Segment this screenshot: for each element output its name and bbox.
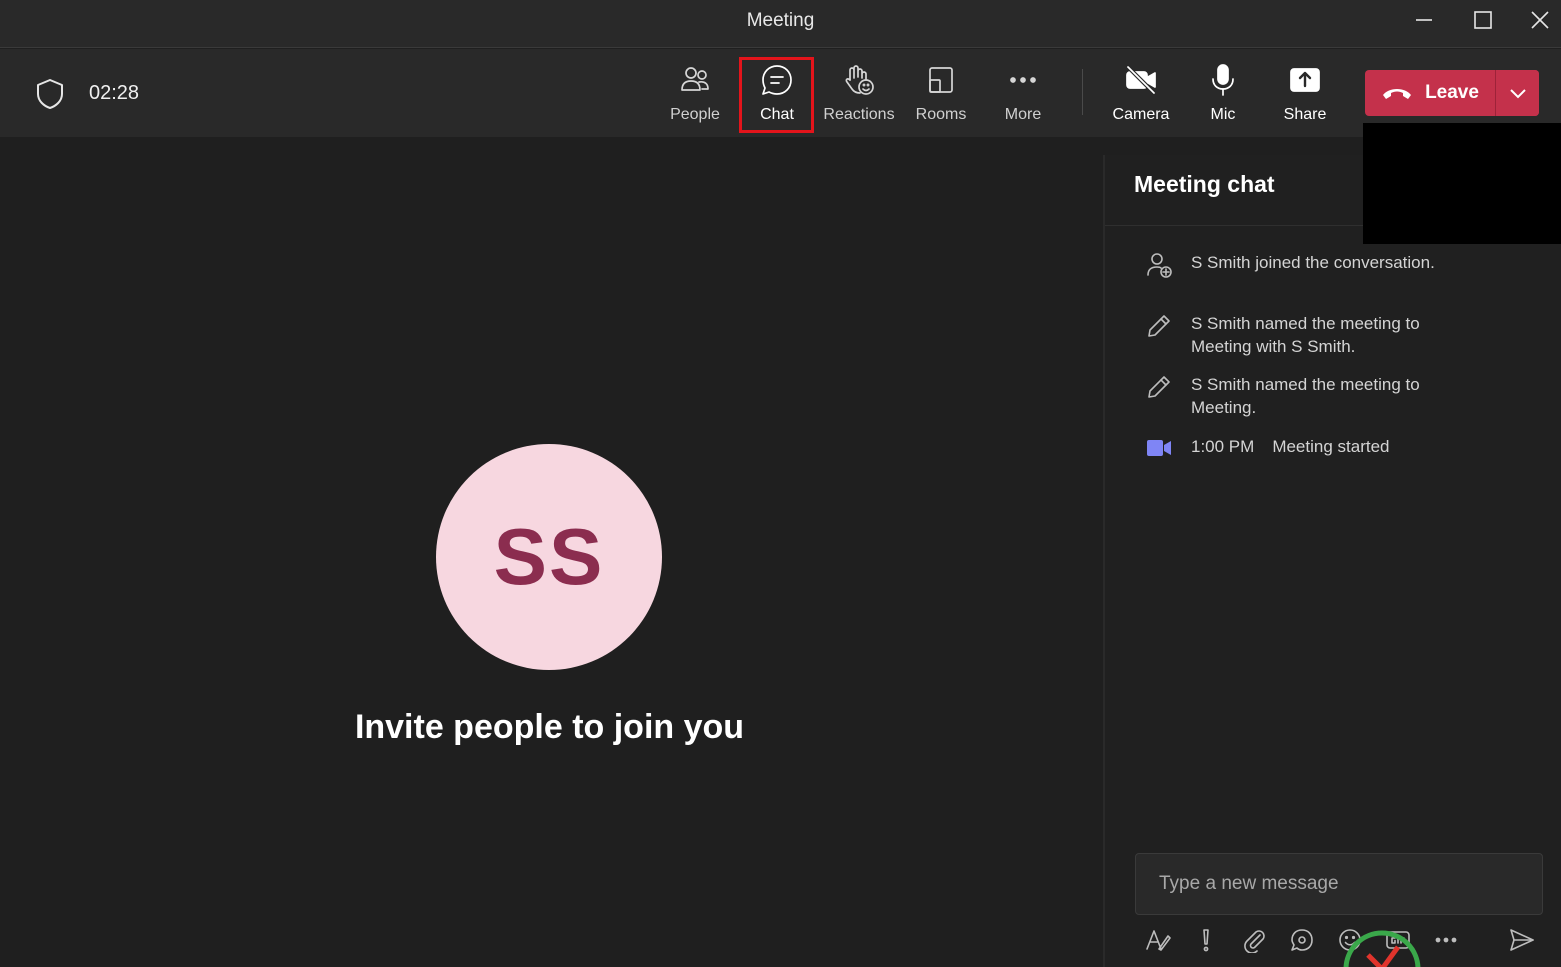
- meeting-chat-panel: Meeting chat S Smith joined the conversa…: [1103, 155, 1561, 967]
- watermark-logo-icon: [1343, 930, 1421, 967]
- meeting-window: Meeting 02:28 People Chat Reactions Room…: [0, 0, 1561, 967]
- chat-event: S Smith named the meeting to Meeting.: [1145, 373, 1451, 419]
- more-dots-icon: [1435, 937, 1457, 943]
- meeting-started-event: 1:00 PM Meeting started: [1145, 434, 1390, 462]
- shield-icon[interactable]: [34, 77, 66, 111]
- invite-text: Invite people to join you: [354, 708, 745, 746]
- format-button[interactable]: [1143, 925, 1173, 955]
- more-button[interactable]: More: [987, 63, 1059, 129]
- more-options-button[interactable]: [1431, 925, 1461, 955]
- chevron-down-icon: [1509, 89, 1526, 99]
- message-input[interactable]: [1136, 854, 1542, 914]
- send-icon: [1510, 929, 1534, 951]
- send-button[interactable]: [1507, 925, 1537, 955]
- more-dots-icon: [1010, 77, 1036, 83]
- meeting-stage: SS Invite people to join you: [0, 137, 1103, 967]
- chat-button[interactable]: Chat: [741, 63, 813, 129]
- person-add-icon: [1147, 253, 1172, 278]
- rooms-button[interactable]: Rooms: [905, 63, 977, 129]
- reactions-label: Reactions: [823, 106, 895, 123]
- close-window-button[interactable]: [1511, 0, 1561, 40]
- attach-button[interactable]: [1239, 925, 1269, 955]
- chat-event-text: S Smith named the meeting to Meeting.: [1191, 375, 1420, 417]
- redaction-box: [1363, 123, 1561, 244]
- people-label: People: [670, 106, 720, 123]
- microphone-icon: [1212, 64, 1234, 96]
- chat-panel-title: Meeting chat: [1134, 171, 1275, 197]
- chat-event-text: S Smith named the meeting to Meeting wit…: [1191, 314, 1420, 356]
- loop-button[interactable]: [1287, 925, 1317, 955]
- chat-label: Chat: [760, 106, 794, 123]
- exclamation-icon: [1203, 929, 1209, 952]
- minimize-icon: [1416, 19, 1432, 21]
- share-screen-icon: [1290, 68, 1320, 92]
- rooms-icon: [929, 67, 953, 93]
- more-label: More: [1004, 106, 1042, 123]
- reactions-button[interactable]: Reactions: [823, 63, 895, 129]
- hang-up-icon: [1383, 89, 1412, 99]
- maximize-icon: [1474, 11, 1492, 29]
- video-icon: [1147, 440, 1171, 456]
- paperclip-icon: [1244, 930, 1265, 953]
- meeting-start-time: 1:00 PM: [1191, 437, 1255, 456]
- minimize-button[interactable]: [1395, 0, 1453, 40]
- mic-button[interactable]: Mic: [1187, 63, 1259, 129]
- toolbar-divider: [1082, 69, 1083, 115]
- loop-icon: [1291, 929, 1313, 951]
- meeting-started-text: Meeting started: [1272, 437, 1390, 456]
- chat-event: S Smith joined the conversation.: [1145, 251, 1451, 279]
- leave-options-dropdown[interactable]: [1495, 70, 1539, 116]
- pencil-icon: [1148, 376, 1170, 398]
- camera-button[interactable]: Camera: [1105, 63, 1177, 129]
- leave-button[interactable]: Leave: [1365, 70, 1495, 116]
- chat-event: S Smith named the meeting to Meeting wit…: [1145, 312, 1451, 358]
- window-title: Meeting: [746, 10, 815, 31]
- chat-icon: [762, 65, 792, 95]
- mic-label: Mic: [1210, 106, 1236, 123]
- rooms-label: Rooms: [915, 106, 967, 123]
- people-button[interactable]: People: [659, 63, 731, 129]
- format-icon: [1146, 930, 1171, 951]
- title-bar: Meeting: [0, 0, 1561, 48]
- maximize-button[interactable]: [1454, 0, 1512, 40]
- camera-off-icon: [1126, 65, 1156, 95]
- chat-event-text: S Smith joined the conversation.: [1191, 253, 1435, 272]
- meeting-timer: 02:28: [89, 82, 140, 104]
- leave-button-group: Leave: [1365, 70, 1539, 116]
- leave-label: Leave: [1425, 82, 1479, 103]
- compose-box: [1135, 853, 1543, 915]
- pencil-icon: [1148, 315, 1170, 337]
- camera-label: Camera: [1112, 106, 1170, 123]
- people-icon: [681, 67, 709, 91]
- close-icon: [1531, 11, 1549, 29]
- important-button[interactable]: [1191, 925, 1221, 955]
- share-label: Share: [1283, 106, 1327, 123]
- avatar: SS: [436, 444, 662, 670]
- raise-hand-icon: [845, 65, 874, 95]
- meeting-toolbar: 02:28 People Chat Reactions Rooms More C…: [0, 49, 1561, 137]
- share-button[interactable]: Share: [1269, 63, 1341, 129]
